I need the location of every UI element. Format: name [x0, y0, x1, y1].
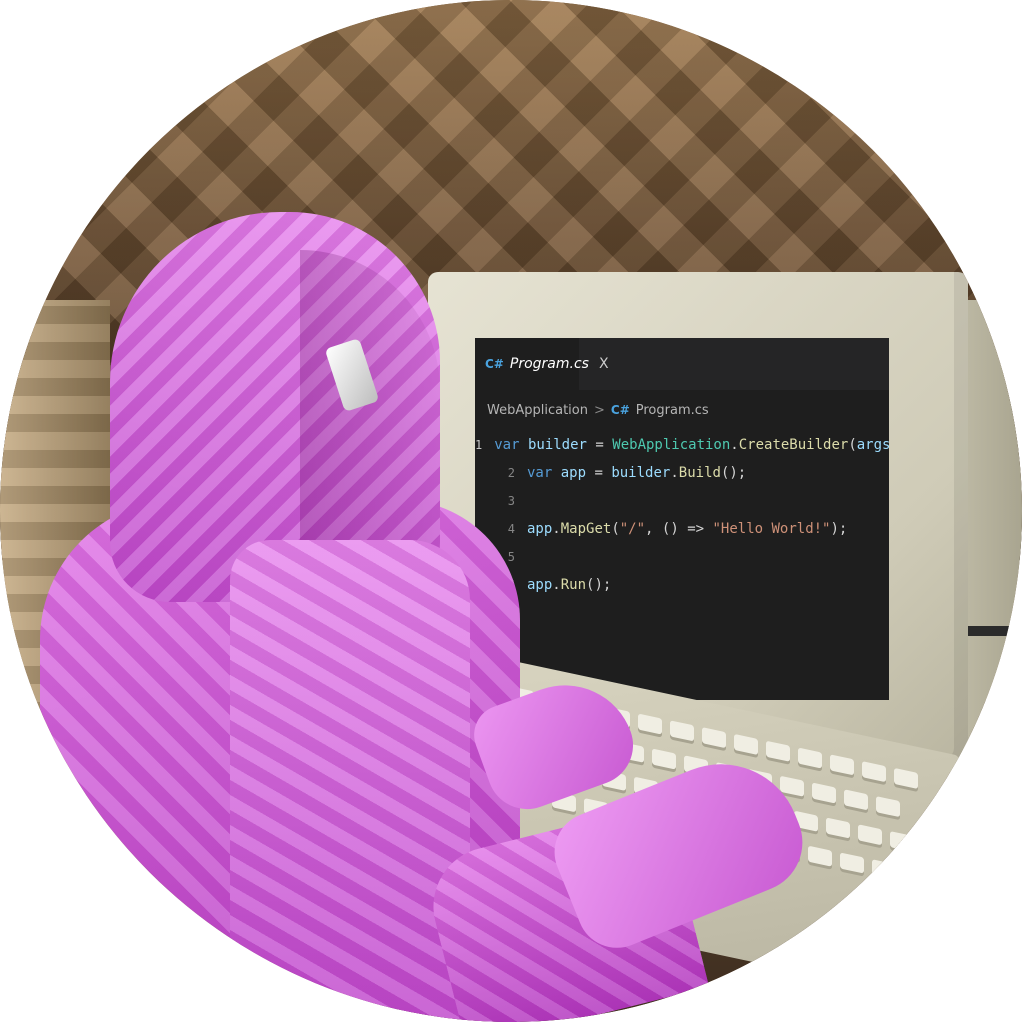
code-line[interactable]: 4 app.MapGet("/", () => "Hello World!");: [475, 516, 889, 542]
code-editor-screen: C# Program.cs X WebApplication > C# Prog…: [475, 338, 889, 700]
monitor-slot: [962, 626, 1022, 636]
code-text: var app = builder.Build();: [527, 465, 747, 481]
code-text: app.MapGet("/", () => "Hello World!");: [527, 521, 848, 537]
line-number: 2: [507, 466, 515, 480]
csharp-file-icon: C#: [485, 357, 504, 371]
code-text: var builder = WebApplication.CreateBuild…: [494, 437, 889, 453]
code-line[interactable]: 6app.Run();: [475, 572, 889, 598]
line-number: 3: [507, 494, 515, 508]
hooded-figure-arm: [230, 540, 470, 1020]
code-line[interactable]: 2 var app = builder.Build();: [475, 460, 889, 486]
breadcrumb: WebApplication > C# Program.cs: [487, 400, 709, 420]
code-line[interactable]: 5: [475, 544, 889, 570]
breadcrumb-project[interactable]: WebApplication: [487, 403, 588, 418]
breadcrumb-file[interactable]: Program.cs: [636, 403, 709, 418]
scene: C# Program.cs X WebApplication > C# Prog…: [0, 0, 1022, 1022]
code-line[interactable]: 1 var builder = WebApplication.CreateBuil…: [475, 432, 889, 458]
code-text: app.Run();: [527, 577, 612, 593]
close-icon[interactable]: X: [599, 356, 609, 372]
tab-program-cs[interactable]: C# Program.cs X: [475, 338, 609, 390]
tab-label: Program.cs: [509, 356, 589, 372]
line-number: 1: [475, 438, 483, 452]
csharp-file-icon: C#: [610, 403, 630, 417]
editor-tab-bar: C# Program.cs X: [475, 338, 889, 390]
chevron-right-icon: >: [593, 402, 605, 418]
code-line[interactable]: 3: [475, 488, 889, 514]
